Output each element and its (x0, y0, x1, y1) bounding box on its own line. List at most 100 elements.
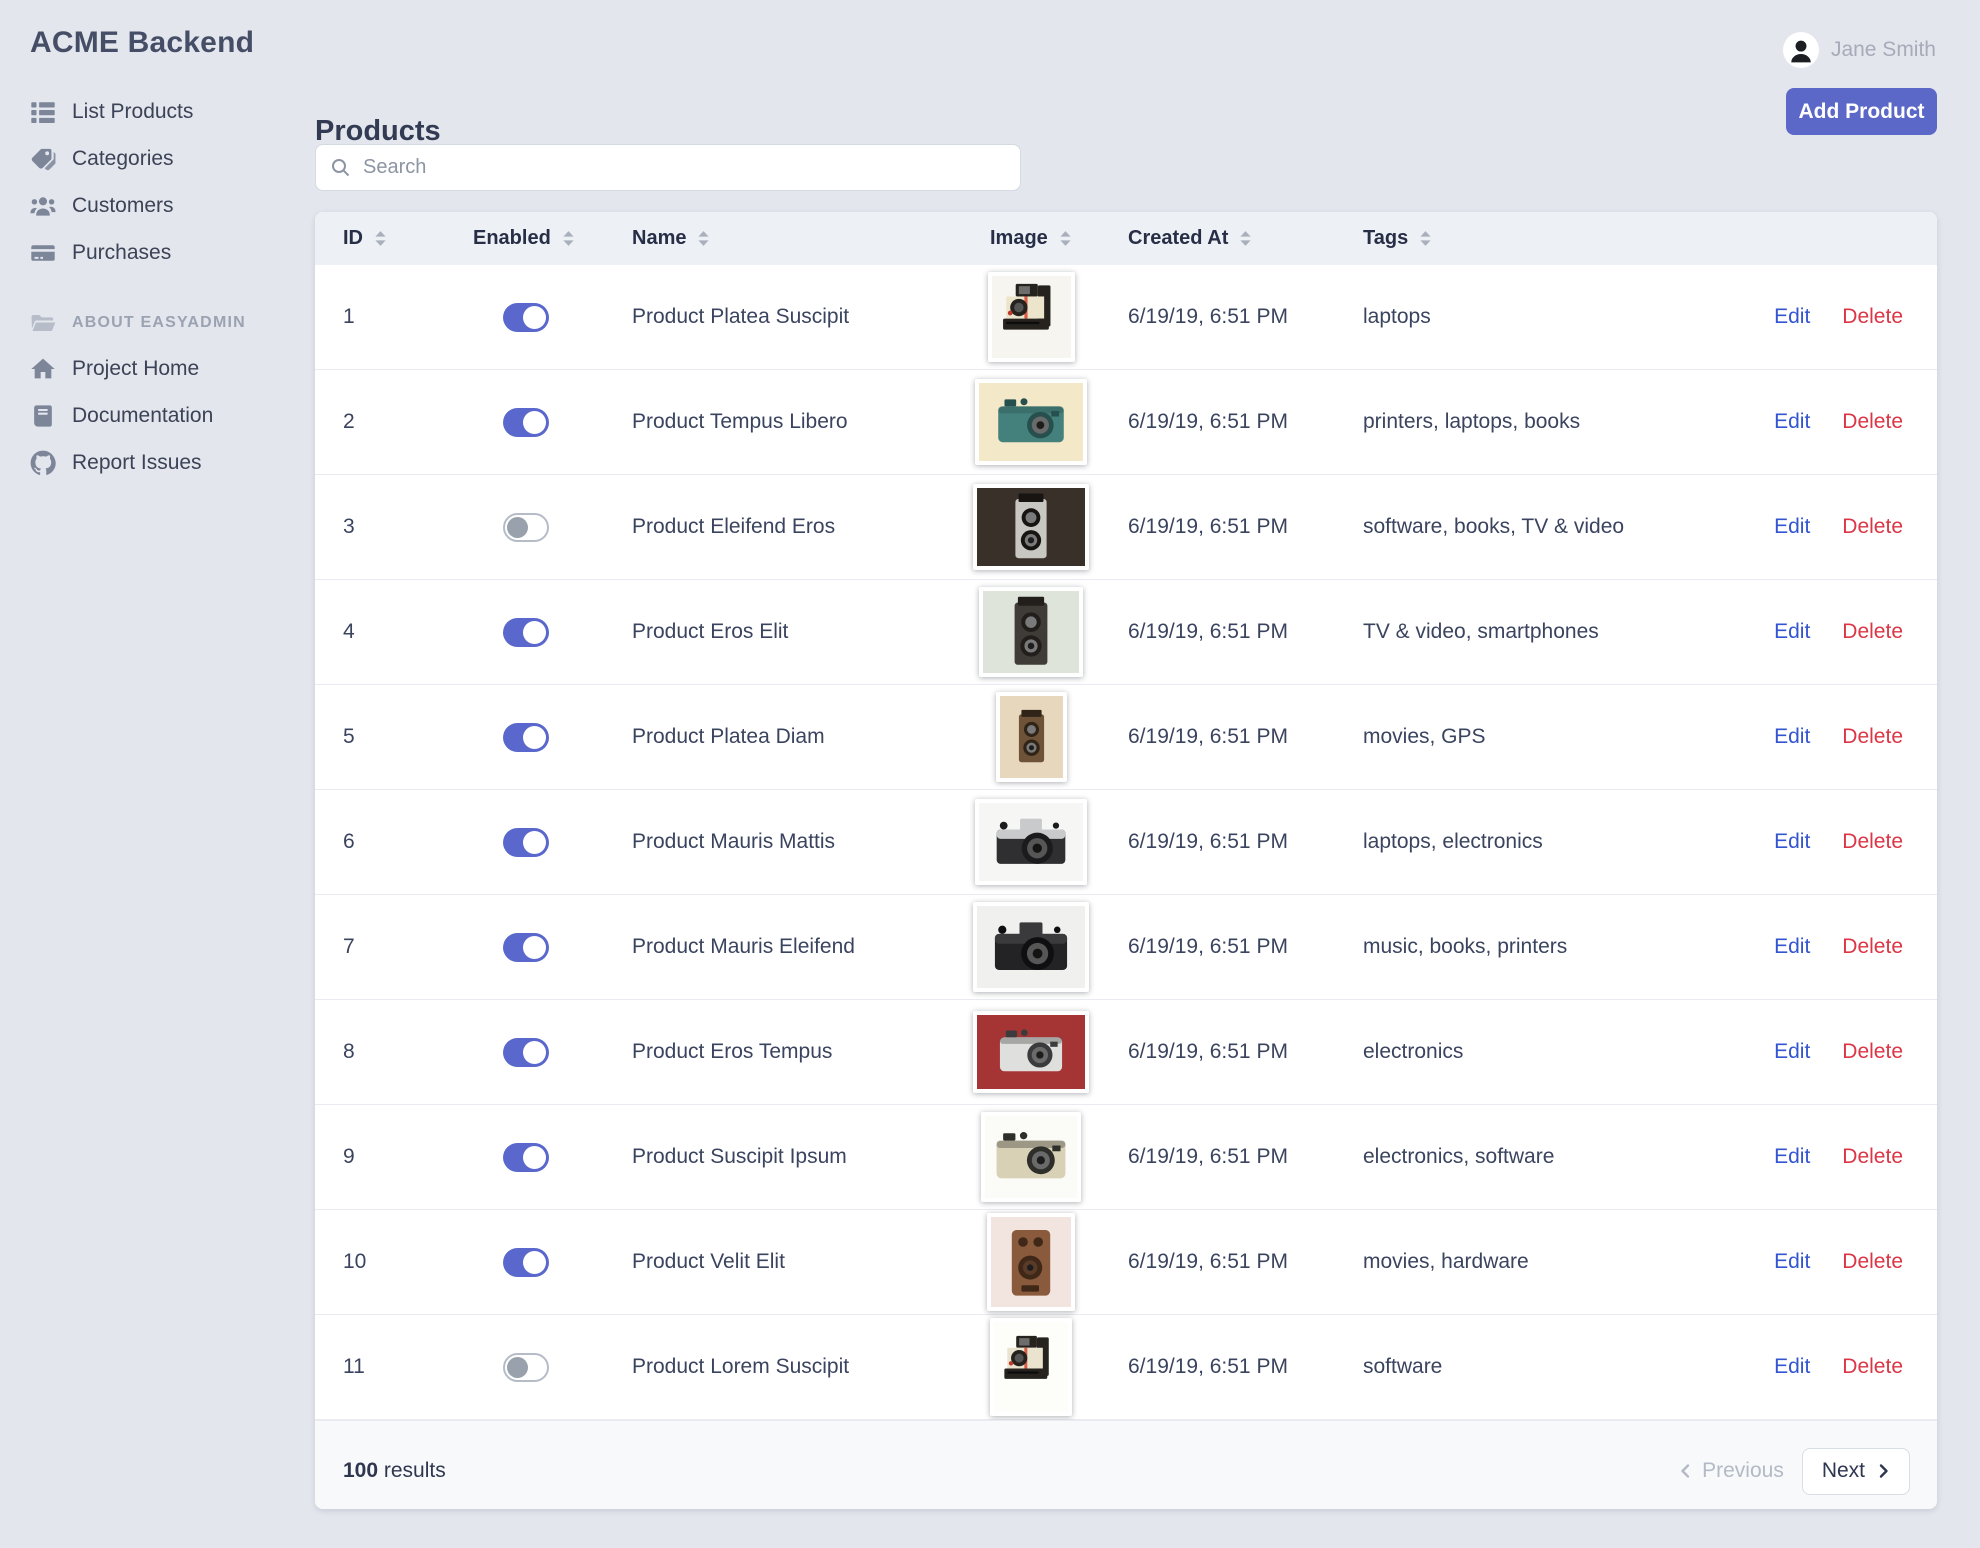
edit-link[interactable]: Edit (1774, 515, 1810, 539)
cell-enabled (445, 1352, 604, 1382)
cell-image (962, 1213, 1100, 1311)
toggle-knob (523, 1145, 546, 1169)
cell-created-at: 6/19/19, 6:51 PM (1128, 725, 1288, 748)
cell-tags: software (1363, 1355, 1443, 1378)
tag-icon (30, 146, 56, 172)
cell-created-at: 6/19/19, 6:51 PM (1128, 1040, 1288, 1063)
product-photo (973, 1011, 1089, 1093)
cell-image (962, 484, 1100, 570)
sidebar-about-nav: Project Home Documentation Report Issues (30, 345, 300, 486)
edit-link[interactable]: Edit (1774, 1250, 1810, 1274)
edit-link[interactable]: Edit (1774, 1355, 1810, 1379)
enabled-toggle[interactable] (503, 1142, 549, 1172)
sort-arrows-icon (1420, 231, 1431, 246)
edit-link[interactable]: Edit (1774, 410, 1810, 434)
table-row: 8 Product Eros Tempus 6/19/19, 6:51 PM e… (315, 1000, 1937, 1105)
delete-link[interactable]: Delete (1842, 725, 1903, 749)
enabled-toggle[interactable] (503, 1247, 549, 1277)
table-row: 7 Product Mauris Eleifend 6/19/19, 6:51 … (315, 895, 1937, 1000)
enabled-toggle[interactable] (503, 512, 549, 542)
edit-link[interactable]: Edit (1774, 1040, 1810, 1064)
delete-link[interactable]: Delete (1842, 620, 1903, 644)
search-input[interactable] (361, 155, 1006, 180)
cell-created-at: 6/19/19, 6:51 PM (1128, 620, 1288, 643)
search-box (315, 144, 1021, 191)
cell-tags: TV & video, smartphones (1363, 620, 1599, 643)
column-header-enabled[interactable]: Enabled (445, 227, 604, 250)
column-header-created-at[interactable]: Created At (1100, 227, 1335, 250)
enabled-toggle[interactable] (503, 827, 549, 857)
sidebar-section-about: ABOUT EASYADMIN (30, 299, 246, 346)
column-header-image[interactable]: Image (962, 227, 1100, 250)
cell-image (962, 1112, 1100, 1202)
delete-link[interactable]: Delete (1842, 1145, 1903, 1169)
cell-image (962, 1318, 1100, 1416)
cell-id: 2 (343, 410, 355, 433)
enabled-toggle[interactable] (503, 1352, 549, 1382)
cell-tags: printers, laptops, books (1363, 410, 1581, 433)
column-header-tags[interactable]: Tags (1335, 227, 1764, 250)
list-icon (30, 99, 56, 125)
sidebar-item-project-home[interactable]: Project Home (30, 345, 300, 392)
enabled-toggle[interactable] (503, 722, 549, 752)
enabled-toggle[interactable] (503, 1037, 549, 1067)
sidebar-item-purchases[interactable]: Purchases (30, 229, 300, 276)
edit-link[interactable]: Edit (1774, 725, 1810, 749)
delete-link[interactable]: Delete (1842, 935, 1903, 959)
delete-link[interactable]: Delete (1842, 1040, 1903, 1064)
add-product-button[interactable]: Add Product (1786, 88, 1937, 135)
column-header-name[interactable]: Name (604, 227, 962, 250)
enabled-toggle[interactable] (503, 407, 549, 437)
cell-created-at: 6/19/19, 6:51 PM (1128, 1145, 1288, 1168)
table-row: 4 Product Eros Elit 6/19/19, 6:51 PM TV … (315, 580, 1937, 685)
cell-actions: Edit Delete (1764, 1040, 1937, 1064)
user-menu[interactable]: Jane Smith (1782, 32, 1936, 68)
delete-link[interactable]: Delete (1842, 410, 1903, 434)
toggle-knob (523, 305, 546, 329)
edit-link[interactable]: Edit (1774, 935, 1810, 959)
cell-id: 4 (343, 620, 355, 643)
user-name: Jane Smith (1830, 38, 1936, 61)
column-header-id[interactable]: ID (315, 227, 445, 250)
edit-link[interactable]: Edit (1774, 830, 1810, 854)
sidebar-item-label: List Products (72, 99, 194, 123)
table-row: 1 Product Platea Suscipit 6/19/19, 6:51 … (315, 265, 1937, 370)
cell-actions: Edit Delete (1764, 1250, 1937, 1274)
delete-link[interactable]: Delete (1842, 1250, 1903, 1274)
sidebar-main-nav: List Products Categories Customers Purch… (30, 88, 300, 276)
cell-name: Product Mauris Mattis (632, 830, 836, 853)
next-page-button[interactable]: Next (1801, 1447, 1910, 1495)
cell-id: 7 (343, 935, 355, 958)
sidebar-item-list-products[interactable]: List Products (30, 88, 300, 135)
credit-card-icon (30, 240, 56, 266)
table-row: 11 Product Lorem Suscipit 6/19/19, 6:51 … (315, 1315, 1937, 1420)
delete-link[interactable]: Delete (1842, 305, 1903, 329)
delete-link[interactable]: Delete (1842, 515, 1903, 539)
users-icon (30, 193, 56, 219)
cell-tags: movies, GPS (1363, 725, 1486, 748)
cell-tags: music, books, printers (1363, 935, 1568, 958)
edit-link[interactable]: Edit (1774, 1145, 1810, 1169)
cell-image (962, 379, 1100, 465)
sidebar-item-documentation[interactable]: Documentation (30, 392, 300, 439)
cell-id: 6 (343, 830, 355, 853)
delete-link[interactable]: Delete (1842, 830, 1903, 854)
sort-arrows-icon (563, 231, 574, 246)
cell-image (962, 587, 1100, 677)
sidebar-item-categories[interactable]: Categories (30, 135, 300, 182)
edit-link[interactable]: Edit (1774, 305, 1810, 329)
sidebar-item-label: Categories (72, 146, 174, 170)
table-row: 2 Product Tempus Libero 6/19/19, 6:51 PM… (315, 370, 1937, 475)
enabled-toggle[interactable] (503, 302, 549, 332)
sidebar-item-customers[interactable]: Customers (30, 182, 300, 229)
search-icon (332, 159, 350, 177)
sidebar-item-report-issues[interactable]: Report Issues (30, 439, 300, 486)
edit-link[interactable]: Edit (1774, 620, 1810, 644)
enabled-toggle[interactable] (503, 617, 549, 647)
delete-link[interactable]: Delete (1842, 1355, 1903, 1379)
previous-page-link[interactable]: Previous (1679, 1459, 1784, 1483)
enabled-toggle[interactable] (503, 932, 549, 962)
cell-enabled (445, 1247, 604, 1277)
cell-enabled (445, 722, 604, 752)
cell-name: Product Eleifend Eros (632, 515, 836, 538)
